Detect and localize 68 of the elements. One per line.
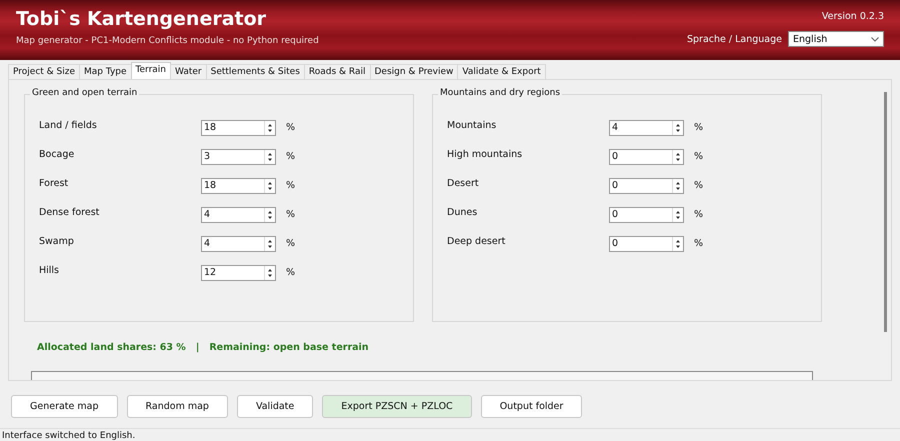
- field-label: Mountains: [447, 120, 498, 131]
- language-dropdown[interactable]: English: [788, 31, 884, 47]
- tab[interactable]: Terrain: [130, 62, 172, 79]
- field-label: Bocage: [39, 149, 76, 160]
- unit-label: %: [286, 180, 296, 191]
- tab[interactable]: Design & Preview: [370, 64, 458, 79]
- spin-arrows-icon[interactable]: [672, 236, 683, 250]
- app-subtitle: Map generator - PC1-Modern Conflicts module - no Python required: [16, 36, 319, 46]
- unit-label: %: [694, 180, 704, 191]
- remaining-text: Remaining: open base terrain: [209, 342, 369, 353]
- tab[interactable]: Project & Size: [8, 64, 80, 79]
- tab[interactable]: Validate & Export: [457, 64, 546, 79]
- field-label: Land / fields: [39, 120, 98, 131]
- number-spinbox[interactable]: 12: [201, 264, 276, 280]
- spin-arrows-icon[interactable]: [264, 150, 275, 164]
- unit-label: %: [286, 151, 296, 162]
- spin-arrows-icon[interactable]: [672, 120, 683, 134]
- field-label: Swamp: [39, 236, 75, 247]
- unit-label: %: [286, 238, 296, 249]
- number-spinbox[interactable]: 4: [201, 206, 276, 222]
- number-spinbox[interactable]: 3: [201, 148, 276, 164]
- action-button[interactable]: Generate map: [11, 395, 118, 418]
- spin-arrows-icon[interactable]: [264, 120, 275, 134]
- unit-label: %: [694, 151, 704, 162]
- unit-label: %: [286, 122, 296, 133]
- spin-arrows-icon[interactable]: [264, 208, 275, 222]
- spin-arrows-icon[interactable]: [672, 150, 683, 164]
- field-label: Deep desert: [447, 236, 506, 247]
- language-label: Sprache / Language: [687, 34, 782, 44]
- version-label: Version 0.2.3: [822, 11, 884, 22]
- caret-icon: [871, 36, 879, 42]
- spin-arrows-icon[interactable]: [264, 178, 275, 192]
- action-button[interactable]: Output folder: [480, 395, 582, 418]
- group-title: Green and open terrain: [30, 88, 140, 98]
- field-label: Dense forest: [39, 207, 100, 218]
- number-spinbox[interactable]: 4: [201, 236, 276, 252]
- unit-label: %: [286, 267, 296, 278]
- group-title: Mountains and dry regions: [438, 88, 562, 98]
- field-label: High mountains: [447, 149, 524, 160]
- action-button[interactable]: Validate: [236, 395, 314, 418]
- unit-label: %: [694, 209, 704, 220]
- status-bar: Interface switched to English.: [0, 428, 900, 441]
- spin-arrows-icon[interactable]: [264, 266, 275, 280]
- tab[interactable]: Water: [170, 64, 207, 79]
- unit-label: %: [694, 122, 704, 133]
- spin-arrows-icon[interactable]: [672, 208, 683, 222]
- action-button[interactable]: Random map: [126, 395, 228, 418]
- number-spinbox[interactable]: 0: [609, 206, 684, 222]
- field-label: Dunes: [447, 207, 478, 218]
- allocated-text: Allocated land shares: 63 %: [37, 342, 186, 353]
- app-title: Tobi`s Kartengenerator: [16, 8, 268, 30]
- spin-arrows-icon[interactable]: [672, 178, 683, 192]
- scrollbar-thumb[interactable]: [884, 92, 887, 332]
- field-label: Forest: [39, 178, 70, 189]
- field-label: Desert: [447, 178, 480, 189]
- number-spinbox[interactable]: 4: [609, 120, 684, 136]
- unit-label: %: [286, 209, 296, 220]
- field-label: Hills: [39, 265, 60, 276]
- unit-label: %: [694, 238, 704, 249]
- number-spinbox[interactable]: 18: [201, 178, 276, 194]
- action-button[interactable]: Export PZSCN + PZLOC: [322, 395, 472, 418]
- spin-arrows-icon[interactable]: [264, 236, 275, 250]
- number-spinbox[interactable]: 0: [609, 178, 684, 194]
- number-spinbox[interactable]: 18: [201, 120, 276, 136]
- tab[interactable]: Map Type: [79, 64, 132, 79]
- number-spinbox[interactable]: 0: [609, 236, 684, 252]
- separator-text: |: [196, 342, 200, 353]
- number-spinbox[interactable]: 0: [609, 148, 684, 164]
